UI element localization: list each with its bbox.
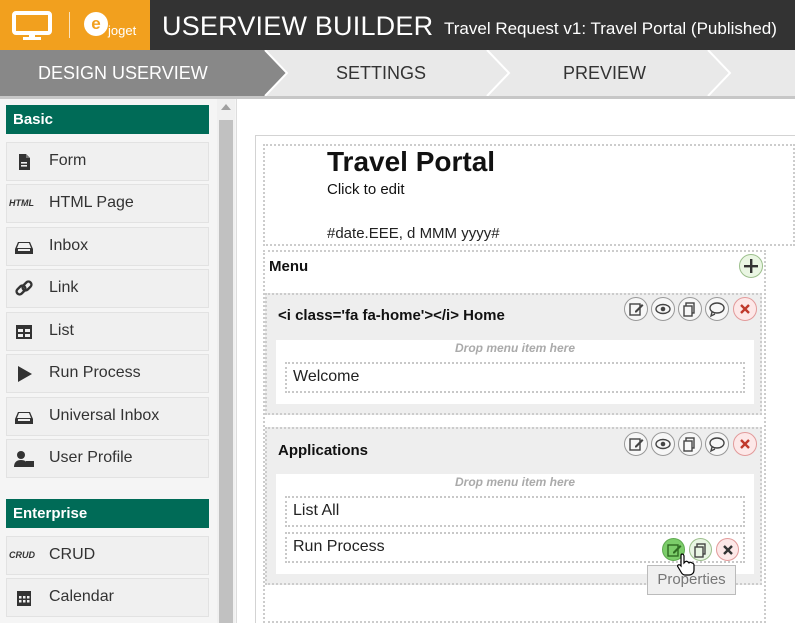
comment-icon <box>709 302 725 318</box>
palette-item-crud[interactable]: CRUD CRUD <box>6 536 209 575</box>
user-profile-icon <box>14 451 34 467</box>
close-icon <box>740 304 750 314</box>
palette-item-label: Inbox <box>49 237 89 254</box>
palette-item-label: User Profile <box>49 449 133 466</box>
joget-logo-icon: e <box>84 12 108 36</box>
palette-item-inbox[interactable]: Inbox <box>6 227 209 266</box>
palette-item-label: Link <box>49 279 79 296</box>
hand-cursor-icon <box>677 553 695 576</box>
copy-icon <box>683 437 695 452</box>
joget-logo-text: joget <box>108 23 137 38</box>
palette-item-list[interactable]: List <box>6 312 209 351</box>
category-title[interactable]: <i class='fa fa-home'></i> Home <box>278 307 505 324</box>
edit-icon <box>629 303 644 316</box>
monitor-icon <box>12 11 52 40</box>
comment-category-button[interactable] <box>705 432 729 456</box>
palette-item-universal-inbox[interactable]: Universal Inbox <box>6 397 209 436</box>
palette-item-label: Run Process <box>49 364 141 381</box>
form-icon <box>19 154 30 170</box>
palette-item-form[interactable]: Form <box>6 142 209 181</box>
builder-steps: DESIGN USERVIEW SETTINGS PREVIEW <box>0 50 795 96</box>
edit-category-button[interactable] <box>624 297 648 321</box>
add-category-button[interactable] <box>739 254 763 278</box>
html-icon: HTML <box>9 198 34 208</box>
palette-item-label: CRUD <box>49 546 96 563</box>
eye-icon <box>655 438 671 450</box>
logo[interactable]: e joget <box>0 0 150 50</box>
app-title: USERVIEW BUILDER <box>162 11 434 41</box>
palette-item-calendar[interactable]: Calendar <box>6 578 209 617</box>
logo-divider <box>69 12 70 38</box>
step-preview[interactable]: PREVIEW <box>563 63 646 84</box>
portal-date-format[interactable]: #date.EEE, d MMM yyyy# <box>327 225 500 242</box>
scroll-thumb[interactable] <box>219 120 233 623</box>
link-icon <box>15 280 33 296</box>
inbox-icon <box>15 412 33 424</box>
drop-hint: Drop menu item here <box>454 475 576 489</box>
palette-item-link[interactable]: Link <box>6 269 209 308</box>
calendar-icon <box>17 591 31 606</box>
step-settings[interactable]: SETTINGS <box>336 63 426 84</box>
menu-item-label: List All <box>293 502 340 519</box>
delete-category-button[interactable] <box>733 432 757 456</box>
section-basic-title: Basic <box>6 105 209 134</box>
menu-label: Menu <box>269 258 309 275</box>
menu-item[interactable]: Welcome <box>285 362 745 393</box>
copy-category-button[interactable] <box>678 297 702 321</box>
palette-item-run-process[interactable]: Run Process <box>6 354 209 393</box>
comment-icon <box>709 437 725 453</box>
plus-icon <box>744 259 758 273</box>
app-subtitle: Travel Request v1: Travel Portal (Publis… <box>444 19 777 38</box>
copy-icon <box>683 302 695 317</box>
eye-icon <box>655 303 671 315</box>
category-title[interactable]: Applications <box>278 442 368 459</box>
menu-item-label: Run Process <box>293 538 385 555</box>
hide-category-button[interactable] <box>651 432 675 456</box>
top-header: e joget USERVIEW BUILDER Travel Request … <box>0 0 795 50</box>
palette-item-label: Calendar <box>49 588 114 605</box>
delete-category-button[interactable] <box>733 297 757 321</box>
drop-hint: Drop menu item here <box>454 341 576 355</box>
scroll-up-arrow-icon[interactable] <box>221 104 231 110</box>
palette-item-html-page[interactable]: HTML HTML Page <box>6 184 209 223</box>
category-body: Drop menu item here Welcome <box>276 340 754 404</box>
sidebar-scrollbar[interactable] <box>217 99 235 623</box>
copy-category-button[interactable] <box>678 432 702 456</box>
step-design-userview[interactable]: DESIGN USERVIEW <box>38 63 208 84</box>
close-icon <box>740 439 750 449</box>
section-enterprise-title: Enterprise <box>6 499 209 528</box>
portal-title[interactable]: Travel Portal <box>327 146 495 178</box>
crud-icon: CRUD <box>9 550 35 560</box>
comment-category-button[interactable] <box>705 297 729 321</box>
play-icon <box>18 366 32 382</box>
element-palette: Basic Form HTML HTML Page Inbox Link Lis… <box>0 99 237 623</box>
inbox-icon <box>15 242 33 254</box>
portal-subtitle[interactable]: Click to edit <box>327 181 405 198</box>
hide-category-button[interactable] <box>651 297 675 321</box>
palette-item-label: List <box>49 322 74 339</box>
palette-item-label: HTML Page <box>49 194 134 211</box>
edit-icon <box>629 438 644 451</box>
close-icon <box>723 545 733 555</box>
edit-category-button[interactable] <box>624 432 648 456</box>
menu-item-label: Welcome <box>293 368 360 385</box>
menu-item[interactable]: List All <box>285 496 745 527</box>
list-icon <box>16 325 32 339</box>
palette-item-label: Form <box>49 152 87 169</box>
palette-item-label: Universal Inbox <box>49 407 160 424</box>
palette-item-user-profile[interactable]: User Profile <box>6 439 209 478</box>
menu-item-delete-button[interactable] <box>716 538 739 561</box>
